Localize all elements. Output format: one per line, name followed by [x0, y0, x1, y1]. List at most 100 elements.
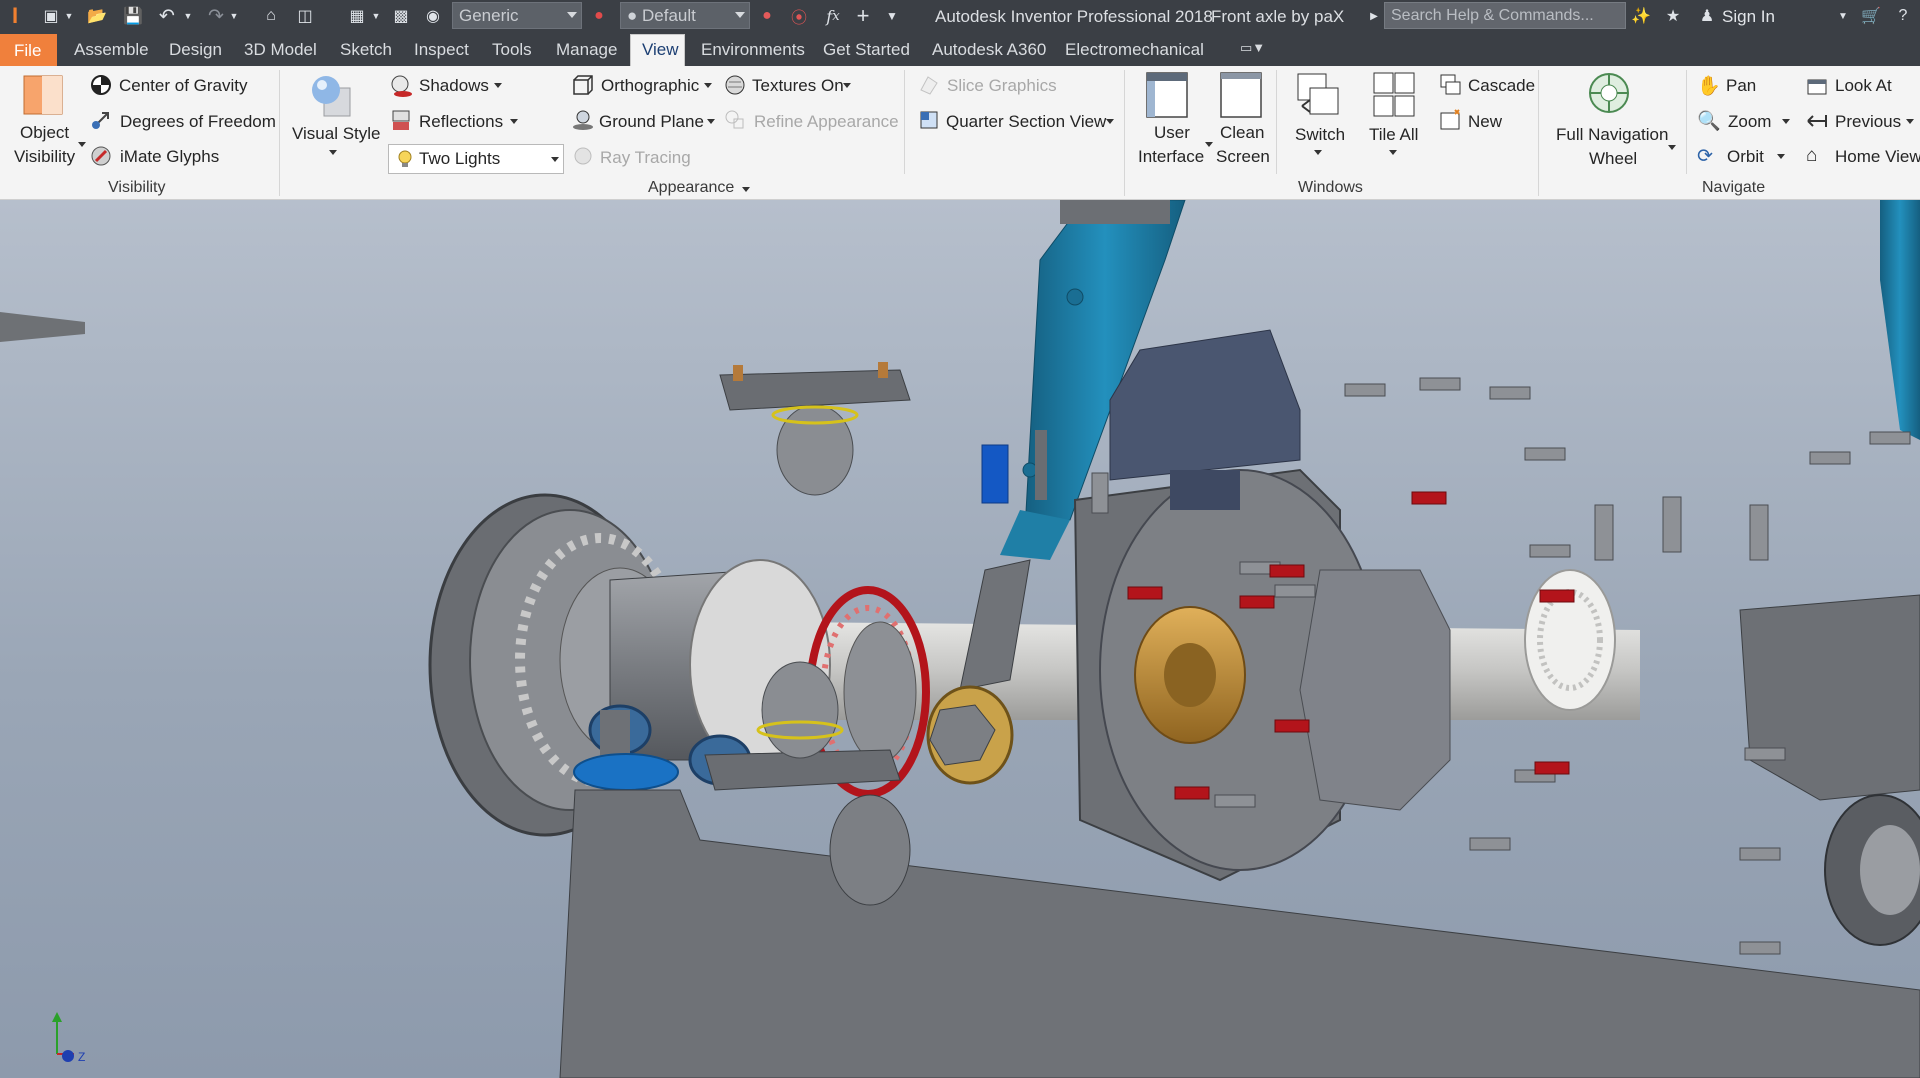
- inventor-logo-icon[interactable]: I: [4, 3, 26, 28]
- new-window-icon[interactable]: [1440, 109, 1462, 131]
- adjust-appearance-icon[interactable]: ●: [756, 5, 778, 27]
- open-icon[interactable]: 📂: [86, 5, 108, 27]
- object-visibility-label-2[interactable]: Visibility: [14, 147, 75, 167]
- stud[interactable]: [1662, 496, 1682, 553]
- switch-label[interactable]: Switch: [1295, 125, 1345, 145]
- appearance-panel-expand-icon[interactable]: [742, 187, 750, 192]
- zoom-icon[interactable]: 🔍: [1697, 109, 1721, 133]
- user-icon[interactable]: ♟: [1696, 5, 1718, 27]
- new-window-label[interactable]: New: [1468, 112, 1502, 132]
- ground-plane-icon[interactable]: [572, 109, 594, 131]
- bolt[interactable]: [1739, 941, 1781, 955]
- look-at-label[interactable]: Look At: [1835, 76, 1892, 96]
- help-icon[interactable]: ?: [1892, 5, 1914, 27]
- user-interface-label-2[interactable]: Interface: [1138, 147, 1204, 167]
- parameters-fx-icon[interactable]: fx: [822, 5, 844, 27]
- shadows-icon[interactable]: [390, 74, 414, 98]
- pan-hand-icon[interactable]: ✋: [1697, 74, 1721, 98]
- bolt[interactable]: [1739, 847, 1781, 861]
- imate-glyphs-icon[interactable]: [90, 145, 112, 167]
- tab-environments[interactable]: Environments: [701, 40, 805, 60]
- binoculars-search-icon[interactable]: ✨: [1630, 5, 1652, 27]
- red-bolt[interactable]: [1269, 564, 1305, 578]
- full-navigation-wheel-icon[interactable]: [1588, 72, 1630, 118]
- full-navigation-wheel-dropdown-icon[interactable]: [1668, 145, 1676, 150]
- tab-inspect[interactable]: Inspect: [414, 40, 469, 60]
- material-combo[interactable]: Generic: [452, 2, 582, 29]
- favorites-star-icon[interactable]: ★: [1662, 5, 1684, 27]
- quarter-section-view-icon[interactable]: [918, 109, 940, 131]
- quarter-section-view-label[interactable]: Quarter Section View: [946, 112, 1106, 132]
- tile-all-label[interactable]: Tile All: [1369, 125, 1418, 145]
- windows-panel-title[interactable]: Windows: [1298, 179, 1363, 197]
- cascade-icon[interactable]: [1440, 74, 1462, 96]
- full-navigation-wheel-label-2[interactable]: Wheel: [1589, 149, 1637, 169]
- customize-toolbar-icon[interactable]: ▼: [884, 5, 900, 27]
- search-expand-icon[interactable]: ▶: [1368, 5, 1380, 27]
- clean-screen-label-1[interactable]: Clean: [1220, 123, 1264, 143]
- switch-window-icon[interactable]: [1296, 72, 1340, 118]
- tab-design[interactable]: Design: [169, 40, 222, 60]
- tab-3d-model[interactable]: 3D Model: [244, 40, 317, 60]
- tile-all-dropdown-icon[interactable]: [1389, 150, 1397, 155]
- cart-icon[interactable]: 🛒: [1860, 5, 1882, 27]
- tile-all-icon[interactable]: [1373, 72, 1415, 118]
- imate-glyphs-label[interactable]: iMate Glyphs: [120, 147, 219, 167]
- save-icon[interactable]: 💾: [122, 5, 144, 27]
- undo-dropdown-icon[interactable]: ▼: [182, 5, 194, 27]
- graphics-viewport[interactable]: Z: [0, 200, 1920, 1078]
- appearance-panel-title[interactable]: Appearance: [648, 179, 734, 197]
- textures-on-icon[interactable]: [724, 74, 746, 96]
- update-icon[interactable]: ◫: [294, 5, 316, 27]
- home-view-icon[interactable]: ⌂: [1806, 145, 1817, 167]
- redo-dropdown-icon[interactable]: ▼: [228, 5, 240, 27]
- bolt[interactable]: [1524, 447, 1566, 461]
- degrees-of-freedom-icon[interactable]: [90, 109, 112, 131]
- shadows-label[interactable]: Shadows: [419, 76, 489, 96]
- visual-style-label[interactable]: Visual Style: [292, 124, 381, 144]
- sign-in-dropdown-icon[interactable]: ▼: [1836, 5, 1850, 27]
- bolt[interactable]: [1419, 377, 1461, 391]
- red-bolt[interactable]: [1127, 586, 1163, 600]
- search-input[interactable]: Search Help & Commands...: [1384, 2, 1626, 29]
- clean-screen-icon[interactable]: [1220, 72, 1262, 118]
- red-bolt[interactable]: [1239, 595, 1275, 609]
- cascade-label[interactable]: Cascade: [1468, 76, 1535, 96]
- reflections-icon[interactable]: [390, 109, 414, 133]
- stud[interactable]: [1091, 472, 1109, 514]
- object-visibility-dropdown-icon[interactable]: [78, 142, 86, 147]
- tab-assemble[interactable]: Assemble: [74, 40, 149, 60]
- center-of-gravity-label[interactable]: Center of Gravity: [119, 76, 248, 96]
- undo-icon[interactable]: ↶: [156, 5, 178, 27]
- orthographic-label[interactable]: Orthographic: [601, 76, 699, 96]
- ribbon-display-toggle-icon[interactable]: ▭▼: [1240, 40, 1274, 56]
- shadows-dropdown-icon[interactable]: [494, 83, 502, 88]
- quarter-section-dropdown-icon[interactable]: [1106, 119, 1114, 124]
- tab-file[interactable]: File: [0, 34, 57, 66]
- add-icon[interactable]: +: [852, 3, 874, 28]
- look-at-icon[interactable]: [1806, 76, 1828, 96]
- object-visibility-icon[interactable]: [22, 74, 64, 116]
- textures-on-label[interactable]: Textures On: [752, 76, 844, 96]
- bolt[interactable]: [1344, 383, 1386, 397]
- user-interface-dropdown-icon[interactable]: [1205, 142, 1213, 147]
- object-visibility-label-1[interactable]: Object: [20, 123, 69, 143]
- bolt[interactable]: [1274, 584, 1316, 598]
- orbit-dropdown-icon[interactable]: [1777, 154, 1785, 159]
- orbit-icon[interactable]: ⟳: [1697, 145, 1713, 168]
- tab-get-started[interactable]: Get Started: [823, 40, 910, 60]
- tab-electromechanical[interactable]: Electromechanical: [1065, 40, 1204, 60]
- tab-view[interactable]: View: [642, 40, 679, 60]
- center-of-gravity-icon[interactable]: [90, 74, 112, 96]
- clear-appearance-icon[interactable]: ⦿: [788, 5, 810, 27]
- bolt[interactable]: [1469, 837, 1511, 851]
- bolt[interactable]: [1744, 747, 1786, 761]
- material-sphere-icon[interactable]: ◉: [422, 5, 444, 27]
- visibility-panel-title[interactable]: Visibility: [108, 179, 166, 197]
- degrees-of-freedom-label[interactable]: Degrees of Freedom: [120, 112, 276, 132]
- pan-label[interactable]: Pan: [1726, 76, 1756, 96]
- previous-view-dropdown-icon[interactable]: [1906, 119, 1914, 124]
- ground-plane-dropdown-icon[interactable]: [707, 119, 715, 124]
- navigate-panel-title[interactable]: Navigate: [1702, 179, 1765, 197]
- visual-style-dropdown-icon[interactable]: [329, 150, 337, 155]
